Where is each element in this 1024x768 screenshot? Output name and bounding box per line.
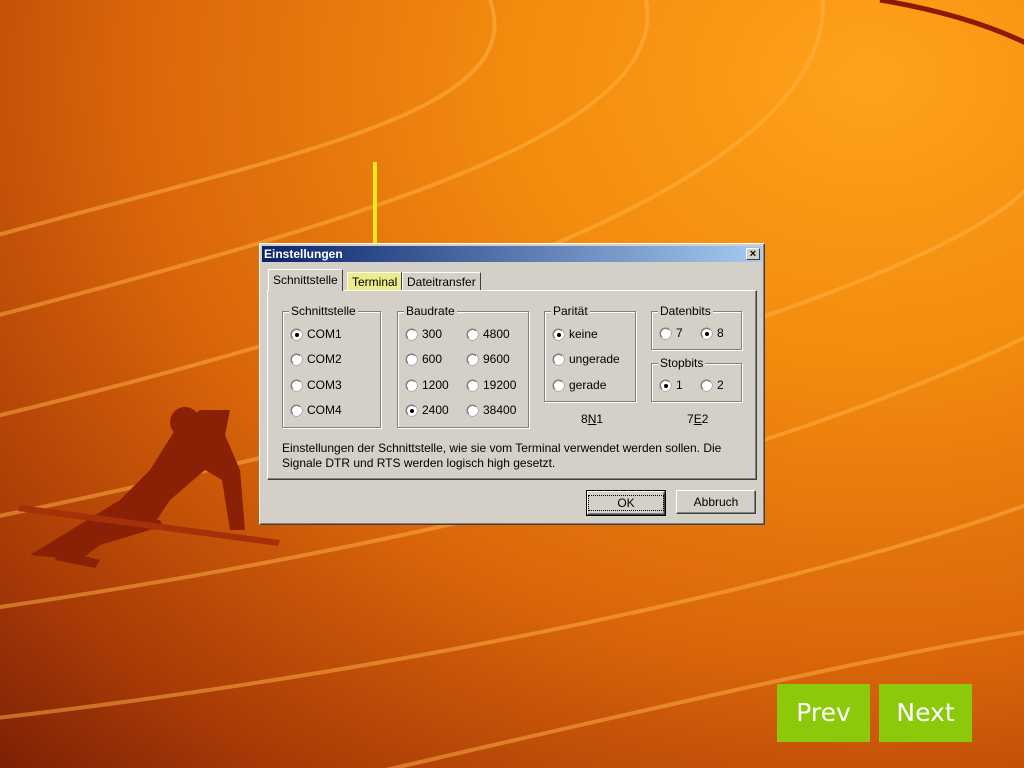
settings-dialog: Einstellungen × Schnittstelle Terminal D… bbox=[259, 243, 765, 525]
tab-terminal[interactable]: Terminal bbox=[347, 272, 403, 290]
close-button[interactable]: × bbox=[746, 248, 760, 260]
radio-baud-1200[interactable]: 1200 bbox=[406, 378, 449, 392]
group-title: Baudrate bbox=[404, 304, 457, 318]
radio-baud-300[interactable]: 300 bbox=[406, 327, 442, 341]
group-title: Schnittstelle bbox=[289, 304, 358, 318]
sprinter-silhouette-icon bbox=[18, 407, 280, 568]
radio-com2[interactable]: COM2 bbox=[291, 352, 342, 366]
dialog-title: Einstellungen bbox=[264, 247, 343, 261]
stopbits-summary: 7E2 bbox=[687, 412, 709, 426]
tab-panel-schnittstelle: Schnittstelle COM1 COM2 COM3 COM4 Baudra… bbox=[267, 290, 757, 480]
close-icon: × bbox=[749, 248, 757, 260]
ok-button[interactable]: OK bbox=[586, 490, 666, 516]
radio-stopbits-1[interactable]: 1 bbox=[660, 378, 683, 392]
next-button[interactable]: Next bbox=[879, 684, 972, 742]
radio-baud-600[interactable]: 600 bbox=[406, 352, 442, 366]
radio-datenbits-8[interactable]: 8 bbox=[701, 326, 724, 340]
radio-ungerade[interactable]: ungerade bbox=[553, 352, 620, 366]
radio-com1[interactable]: COM1 bbox=[291, 327, 342, 341]
group-title: Datenbits bbox=[658, 304, 713, 318]
group-stopbits: Stopbits 1 2 bbox=[651, 356, 742, 402]
group-title: Parität bbox=[551, 304, 590, 318]
parity-summary: 8N1 bbox=[581, 412, 604, 426]
radio-stopbits-2[interactable]: 2 bbox=[701, 378, 724, 392]
group-schnittstelle: Schnittstelle COM1 COM2 COM3 COM4 bbox=[282, 304, 381, 428]
radio-gerade[interactable]: gerade bbox=[553, 378, 606, 392]
group-title: Stopbits bbox=[658, 356, 706, 370]
tab-dateitransfer[interactable]: Dateitransfer bbox=[402, 272, 481, 290]
prev-button[interactable]: Prev bbox=[777, 684, 870, 742]
radio-baud-19200[interactable]: 19200 bbox=[467, 378, 516, 392]
cancel-button[interactable]: Abbruch bbox=[676, 490, 756, 514]
radio-datenbits-7[interactable]: 7 bbox=[660, 326, 683, 340]
radio-baud-4800[interactable]: 4800 bbox=[467, 327, 510, 341]
tab-schnittstelle[interactable]: Schnittstelle bbox=[268, 269, 343, 291]
radio-keine[interactable]: keine bbox=[553, 327, 598, 341]
radio-baud-2400[interactable]: 2400 bbox=[406, 403, 449, 417]
dialog-titlebar[interactable]: Einstellungen × bbox=[262, 246, 762, 262]
group-baudrate: Baudrate 300 600 1200 2400 4800 9600 192… bbox=[397, 304, 529, 428]
group-datenbits: Datenbits 7 8 bbox=[651, 304, 742, 350]
settings-description: Einstellungen der Schnittstelle, wie sie… bbox=[282, 441, 722, 470]
radio-baud-9600[interactable]: 9600 bbox=[467, 352, 510, 366]
radio-com3[interactable]: COM3 bbox=[291, 378, 342, 392]
radio-com4[interactable]: COM4 bbox=[291, 403, 342, 417]
group-paritaet: Parität keine ungerade gerade bbox=[544, 304, 636, 402]
radio-baud-38400[interactable]: 38400 bbox=[467, 403, 516, 417]
